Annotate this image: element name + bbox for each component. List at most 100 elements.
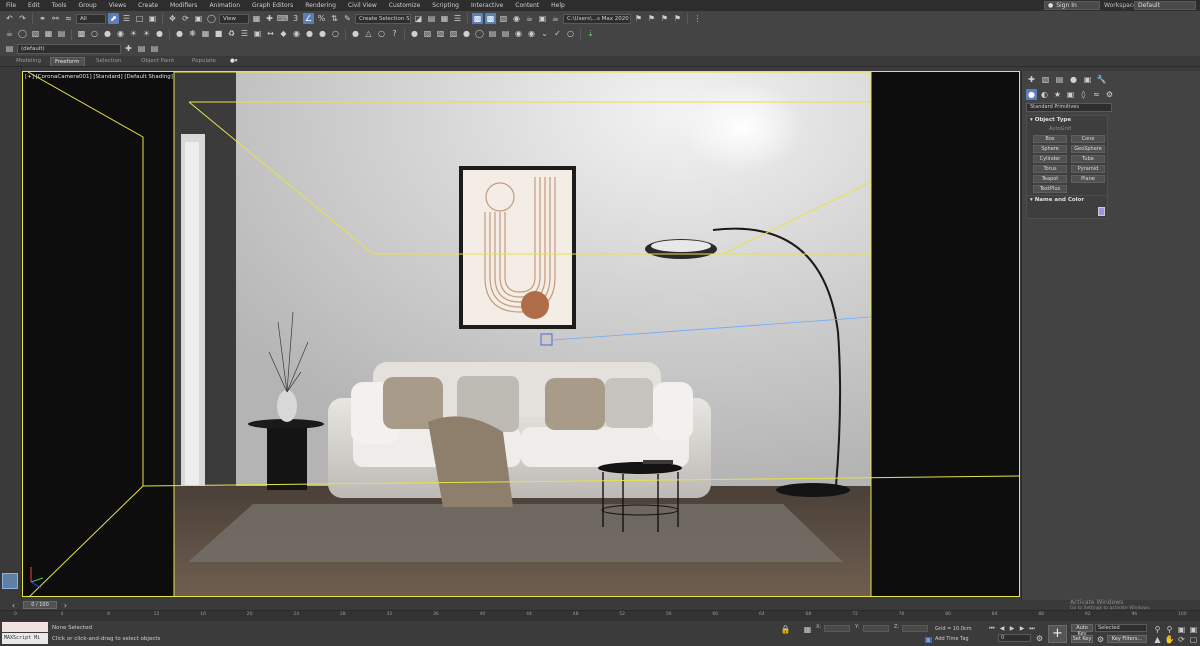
menu-interactive[interactable]: Interactive [465, 2, 509, 9]
maxscript-listener-top[interactable] [2, 622, 48, 632]
snaps-toggle-icon[interactable]: 3 [290, 13, 301, 24]
teapot-render-icon[interactable]: ☕ [4, 29, 15, 40]
systems-icon[interactable]: ⚙ [1104, 89, 1115, 100]
cylinder-button[interactable]: Cylinder [1033, 155, 1067, 163]
converter-icon[interactable]: ♻ [226, 29, 237, 40]
project-new-icon[interactable]: ⚑ [672, 13, 683, 24]
menu-modifiers[interactable]: Modifiers [164, 2, 203, 9]
teapot-button[interactable]: Teapot [1033, 175, 1067, 183]
render-frame-icon[interactable]: ▧ [30, 29, 41, 40]
z-coordinate-field[interactable] [902, 625, 928, 632]
project-open-icon[interactable]: ⚑ [646, 13, 657, 24]
tool-d-icon[interactable]: ● [317, 29, 328, 40]
menu-group[interactable]: Group [72, 2, 102, 9]
workspace-select[interactable]: Default [1134, 1, 1196, 10]
new-layer-icon[interactable]: ✚ [123, 44, 134, 55]
rotate-icon[interactable]: ⟳ [180, 13, 191, 24]
menu-create[interactable]: Create [132, 2, 164, 9]
object-type-header[interactable]: ▾ Object Type [1027, 116, 1107, 125]
track-bar[interactable]: 0 4 8 12 16 20 24 28 32 36 40 44 48 52 56 60 64 68 72 76 80 8… [0, 610, 1200, 621]
add-time-tag-button[interactable]: Add Time Tag [935, 636, 969, 642]
play-icon[interactable]: ▶ [1008, 625, 1016, 632]
key-mode-icon[interactable]: ⚙ [1095, 634, 1106, 645]
tool-q-icon[interactable]: ▤ [500, 29, 511, 40]
geosphere-button[interactable]: GeoSphere [1071, 145, 1105, 153]
menu-civil-view[interactable]: Civil View [342, 2, 383, 9]
curve-editor-icon[interactable]: ▩ [485, 13, 496, 24]
tube-button[interactable]: Tube [1071, 155, 1105, 163]
tab-object-paint[interactable]: Object Paint [137, 57, 178, 66]
edit-named-selection-icon[interactable]: ✎ [342, 13, 353, 24]
shapes-icon[interactable]: ◐ [1039, 89, 1050, 100]
spinner-snap-icon[interactable]: ⇅ [329, 13, 340, 24]
tab-modeling[interactable]: Modeling [12, 57, 45, 66]
lights-icon[interactable]: ★ [1052, 89, 1063, 100]
rendered-frame-window-icon[interactable]: ▣ [537, 13, 548, 24]
maxscript-listener[interactable]: MAXScript Mi [2, 633, 48, 644]
lock-selection-icon[interactable]: 🔒 [780, 624, 791, 635]
menu-rendering[interactable]: Rendering [299, 2, 342, 9]
select-manipulate-icon[interactable]: ✚ [264, 13, 275, 24]
tab-freeform[interactable]: Freeform [50, 57, 85, 66]
menu-file[interactable]: File [0, 2, 22, 9]
tab-populate[interactable]: Populate [188, 57, 220, 66]
tool-v-icon[interactable]: ○ [565, 29, 576, 40]
unlink-icon[interactable]: ⚯ [50, 13, 61, 24]
tool-l-icon[interactable]: ▨ [435, 29, 446, 40]
go-to-end-icon[interactable]: ⏭ [1028, 625, 1036, 632]
menu-views[interactable]: Views [103, 2, 132, 9]
orbit-icon[interactable]: ⟳ [1176, 634, 1187, 645]
distance-icon[interactable]: ↔ [265, 29, 276, 40]
corona-light-icon[interactable]: ☀ [128, 29, 139, 40]
select-in-layer-icon[interactable]: ▤ [149, 44, 160, 55]
go-to-start-icon[interactable]: ⏮ [988, 625, 996, 632]
toggle-scene-explorer-icon[interactable]: ▦ [439, 13, 450, 24]
angle-snap-icon[interactable]: ∠ [303, 13, 314, 24]
cone-button[interactable]: Cone [1071, 135, 1105, 143]
move-icon[interactable]: ✥ [167, 13, 178, 24]
tool-s-icon[interactable]: ◉ [526, 29, 537, 40]
display-tab-icon[interactable]: ▣ [1082, 74, 1093, 85]
select-object-icon[interactable]: ⬈ [108, 13, 119, 24]
material-editor-icon[interactable]: ◉ [511, 13, 522, 24]
tool-t-icon[interactable]: ⌄ [539, 29, 550, 40]
project-path-dropdown[interactable]: C:\Users\...s Max 2020 [563, 13, 631, 24]
box-button[interactable]: Box [1033, 135, 1067, 143]
pivot-center-icon[interactable]: ▦ [251, 13, 262, 24]
undo-icon[interactable]: ↶ [4, 13, 15, 24]
bind-spacewarp-icon[interactable]: ≈ [63, 13, 74, 24]
autogrid-checkbox[interactable]: AutoGrid [1027, 125, 1107, 133]
tool-o-icon[interactable]: ◯ [474, 29, 485, 40]
next-frame-icon[interactable]: ▶ [1018, 625, 1026, 632]
time-config-icon[interactable]: ⚙ [1034, 633, 1045, 644]
auto-key-button[interactable]: Auto Key [1071, 624, 1093, 637]
sphere-button[interactable]: Sphere [1033, 145, 1067, 153]
render-history-icon[interactable]: ▤ [56, 29, 67, 40]
sphere-tool-icon[interactable]: ● [174, 29, 185, 40]
previous-frame-icon[interactable]: ◀ [998, 625, 1006, 632]
name-color-header[interactable]: ▾ Name and Color [1027, 196, 1107, 205]
toolbar-extra-icon[interactable]: ⋮ [692, 13, 703, 24]
tool-j-icon[interactable]: ● [409, 29, 420, 40]
corona-render-icon[interactable]: ▩ [76, 29, 87, 40]
geometry-icon[interactable]: ● [1026, 89, 1037, 100]
spacewarps-icon[interactable]: ≈ [1091, 89, 1102, 100]
viewport-label[interactable]: [+] [CoronaCamera001] [Standard] [Defaul… [25, 74, 173, 80]
modify-tab-icon[interactable]: ▧ [1040, 74, 1051, 85]
ribbon-options-icon[interactable]: ●▾ [226, 57, 242, 66]
decal-icon[interactable]: ■ [213, 29, 224, 40]
corona-sun-icon[interactable]: ☀ [141, 29, 152, 40]
utilities-tab-icon[interactable]: 🔧 [1096, 74, 1107, 85]
redo-icon[interactable]: ↷ [17, 13, 28, 24]
reference-coordinate-dropdown[interactable]: View [219, 13, 249, 24]
camera-viewport[interactable]: [+] [CoronaCamera001] [Standard] [Defaul… [22, 71, 1020, 597]
menu-animation[interactable]: Animation [203, 2, 246, 9]
tool-i-icon[interactable]: ? [389, 29, 400, 40]
link-icon[interactable]: ⚭ [37, 13, 48, 24]
cam-icon[interactable]: ▣ [252, 29, 263, 40]
menu-content[interactable]: Content [509, 2, 545, 9]
textplus-button[interactable]: TextPlus [1033, 185, 1067, 193]
y-coordinate-field[interactable] [863, 625, 889, 632]
menu-graph-editors[interactable]: Graph Editors [246, 2, 299, 9]
tool-p-icon[interactable]: ▤ [487, 29, 498, 40]
